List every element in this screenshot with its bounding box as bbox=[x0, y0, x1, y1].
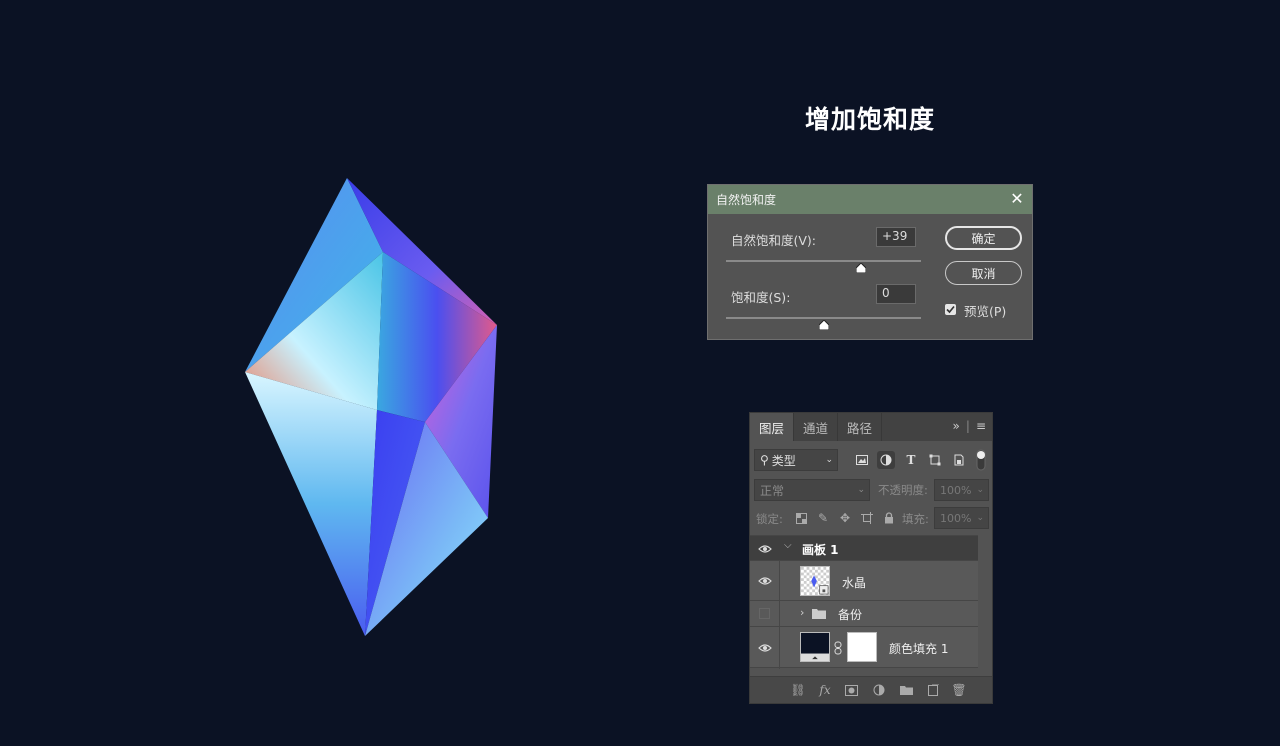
new-layer-icon[interactable] bbox=[926, 683, 940, 697]
layer-row-backup[interactable]: › 备份 bbox=[750, 600, 978, 627]
shape-filter-icon[interactable] bbox=[926, 451, 944, 469]
folder-icon bbox=[812, 609, 826, 619]
layer-row-artboard[interactable]: ⌵ 画板 1 bbox=[750, 535, 978, 560]
fill-value: 100% bbox=[940, 511, 972, 525]
checkmark-icon bbox=[946, 305, 955, 314]
filter-toggle[interactable] bbox=[976, 449, 986, 471]
divider bbox=[779, 601, 780, 627]
saturation-slider-track[interactable] bbox=[726, 317, 921, 319]
opacity-value: 100% bbox=[940, 483, 972, 497]
eye-icon[interactable] bbox=[758, 544, 772, 554]
layers-footer: ⛓ fx 🗑 bbox=[750, 676, 992, 703]
layer-thumbnail bbox=[800, 566, 830, 596]
opacity-input[interactable]: 100% ⌄ bbox=[934, 479, 989, 501]
cancel-button[interactable]: 取消 bbox=[945, 261, 1022, 285]
saturation-label: 饱和度(S): bbox=[731, 290, 791, 305]
expand-panels-icon[interactable]: » bbox=[953, 419, 960, 433]
image-filter-icon[interactable] bbox=[853, 451, 871, 469]
fill-thumbnail bbox=[800, 632, 830, 662]
chevron-down-icon: ⌄ bbox=[825, 455, 833, 465]
search-icon: ⚲ bbox=[760, 453, 769, 467]
adjustment-layer-icon[interactable] bbox=[872, 683, 886, 697]
layer-row-crystal[interactable]: 水晶 bbox=[750, 560, 978, 601]
eye-icon[interactable] bbox=[758, 643, 772, 653]
layers-panel: 图层 通道 路径 » | ≡ ⚲ 类型 ⌄ T 正常 ⌄ 不透明度: 100% … bbox=[749, 412, 993, 704]
fx-icon[interactable]: fx bbox=[818, 683, 832, 697]
vibrance-slider-track[interactable] bbox=[726, 260, 921, 262]
layer-name: 画板 1 bbox=[802, 543, 839, 557]
lock-pixels-icon[interactable]: ✎ bbox=[814, 509, 832, 527]
saturation-slider-thumb[interactable] bbox=[818, 320, 829, 330]
adjustment-filter-icon[interactable] bbox=[877, 451, 895, 469]
divider: | bbox=[965, 419, 970, 433]
preview-checkbox[interactable] bbox=[945, 304, 956, 315]
panel-menu-icon[interactable]: ≡ bbox=[976, 419, 986, 433]
chevron-down-icon: ⌄ bbox=[857, 485, 865, 495]
eye-icon[interactable] bbox=[758, 576, 772, 586]
preview-label: 预览(P) bbox=[964, 304, 1007, 319]
chevron-down-icon[interactable]: ⌵ bbox=[784, 540, 792, 551]
link-layers-icon[interactable]: ⛓ bbox=[790, 683, 805, 697]
type-filter-icon[interactable]: T bbox=[902, 451, 920, 469]
saturation-input[interactable]: 0 bbox=[876, 284, 916, 304]
vibrance-input[interactable]: +39 bbox=[876, 227, 916, 247]
close-icon[interactable]: ✕ bbox=[1008, 190, 1026, 208]
new-group-icon[interactable] bbox=[899, 683, 913, 697]
visibility-toggle-empty[interactable] bbox=[759, 608, 770, 619]
vibrance-label: 自然饱和度(V): bbox=[731, 233, 817, 248]
filter-kind-value: 类型 bbox=[771, 453, 796, 468]
tab-channels[interactable]: 通道 bbox=[794, 413, 839, 441]
vibrance-dialog: 自然饱和度 ✕ 自然饱和度(V): +39 饱和度(S): 0 确定 取消 预览… bbox=[707, 184, 1033, 340]
link-icon[interactable] bbox=[834, 641, 842, 655]
tab-paths[interactable]: 路径 bbox=[838, 413, 883, 441]
chevron-right-icon[interactable]: › bbox=[800, 606, 804, 619]
smart-object-filter-icon[interactable] bbox=[950, 451, 968, 469]
chevron-down-icon: ⌄ bbox=[976, 513, 984, 523]
chevron-down-icon: ⌄ bbox=[976, 485, 984, 495]
opacity-label: 不透明度: bbox=[878, 483, 928, 497]
trash-icon[interactable]: 🗑 bbox=[951, 683, 966, 697]
fill-label: 填充: bbox=[902, 512, 929, 526]
dialog-title-bar[interactable]: 自然饱和度 ✕ bbox=[708, 185, 1032, 214]
lock-transparent-icon[interactable] bbox=[792, 509, 810, 527]
layer-name: 颜色填充 1 bbox=[889, 642, 949, 656]
layer-name: 备份 bbox=[838, 608, 863, 622]
lock-artboard-icon[interactable] bbox=[858, 509, 876, 527]
fill-input[interactable]: 100% ⌄ bbox=[934, 507, 989, 529]
add-mask-icon[interactable] bbox=[844, 683, 858, 697]
divider bbox=[779, 627, 780, 669]
lock-all-icon[interactable] bbox=[880, 509, 898, 527]
divider bbox=[779, 561, 780, 601]
layer-name: 水晶 bbox=[842, 576, 867, 590]
crystal-illustration bbox=[245, 178, 497, 636]
layer-row-color-fill[interactable]: 颜色填充 1 bbox=[750, 626, 978, 669]
vibrance-slider-thumb[interactable] bbox=[855, 263, 866, 273]
blend-mode-select[interactable]: 正常 ⌄ bbox=[754, 479, 870, 501]
layer-mask-thumbnail[interactable] bbox=[847, 632, 877, 662]
lock-position-icon[interactable]: ✥ bbox=[836, 509, 854, 527]
tab-layers[interactable]: 图层 bbox=[750, 413, 795, 441]
dialog-title: 自然饱和度 bbox=[716, 193, 777, 207]
blend-mode-value: 正常 bbox=[760, 483, 785, 498]
panel-tabs: 图层 通道 路径 » | ≡ bbox=[750, 413, 992, 441]
filter-kind-select[interactable]: ⚲ 类型 ⌄ bbox=[754, 449, 838, 471]
page-heading: 增加饱和度 bbox=[804, 105, 935, 134]
lock-label: 锁定: bbox=[756, 512, 783, 526]
ok-button[interactable]: 确定 bbox=[945, 226, 1022, 250]
